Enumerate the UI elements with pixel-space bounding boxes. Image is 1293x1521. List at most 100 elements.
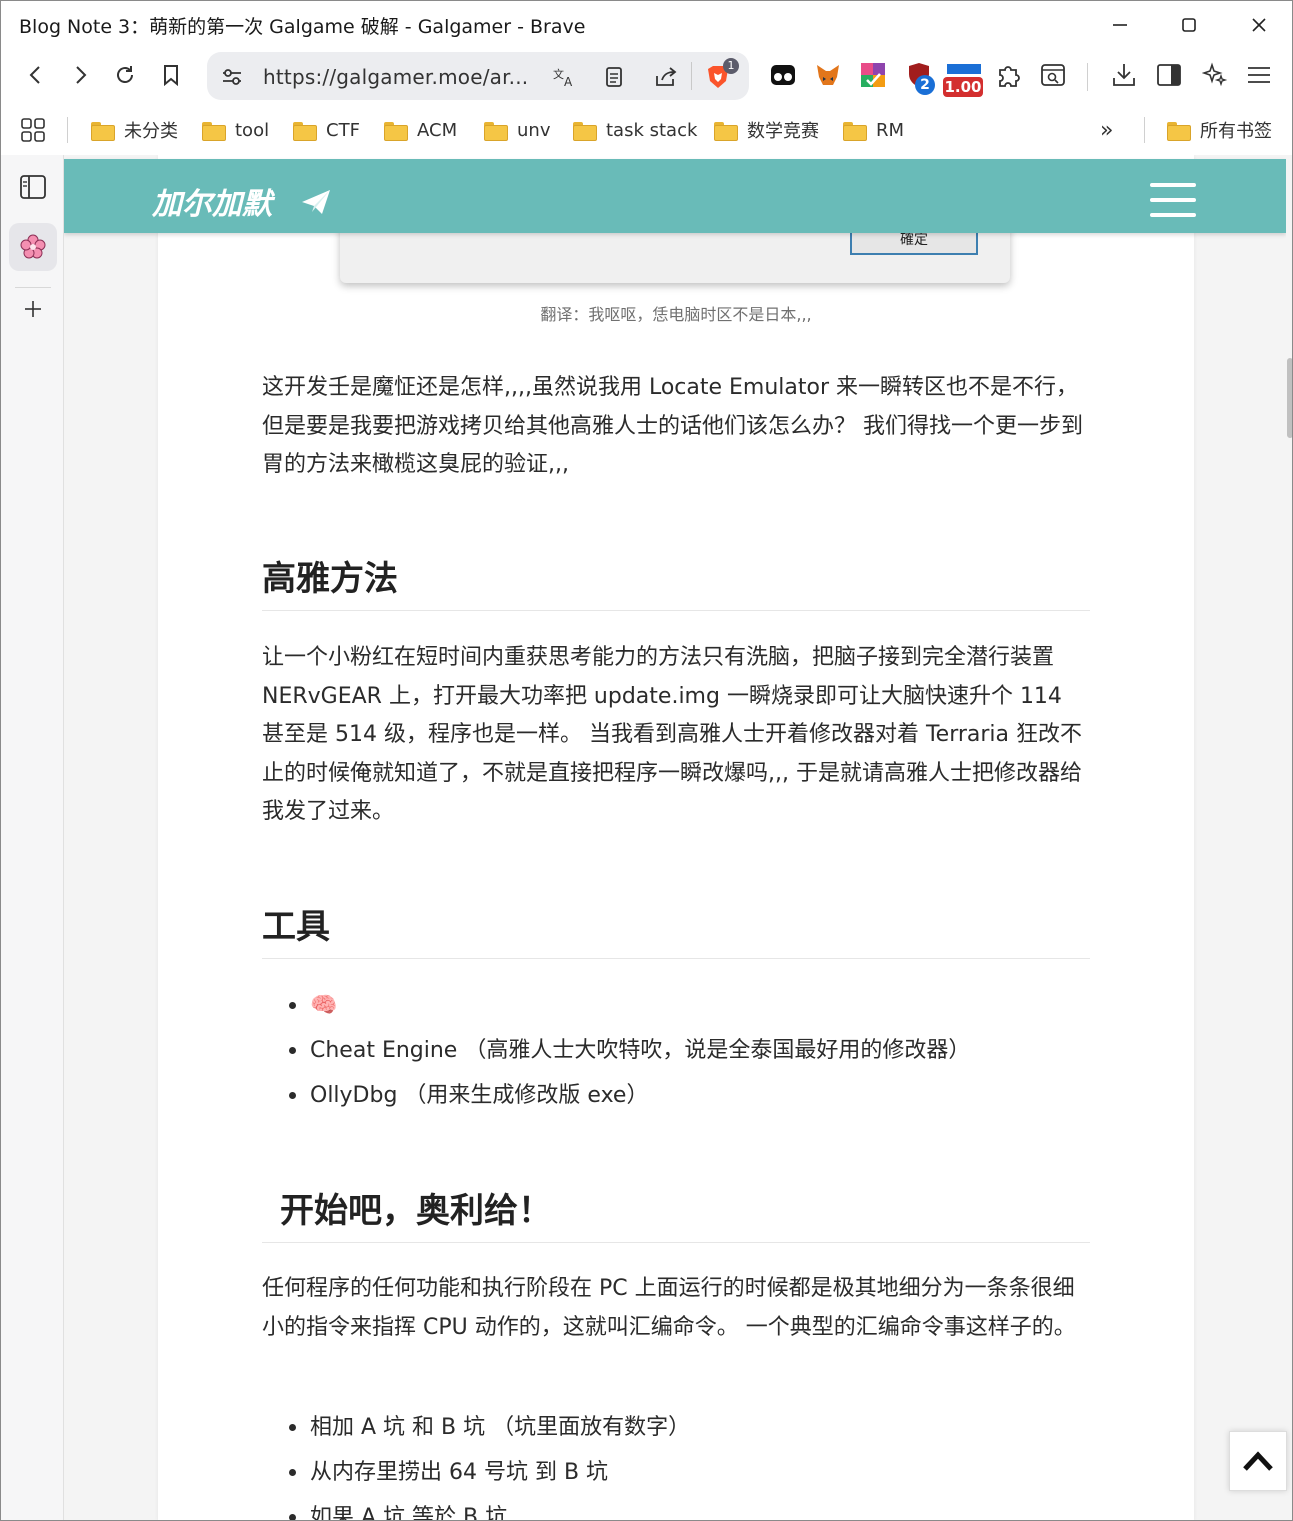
section-heading: 高雅方法: [262, 551, 1090, 611]
section-heading: 工具: [262, 899, 1090, 959]
steps-list: 相加 A 坑 和 B 坑 （坑里面放有数字） 从内存里捞出 64 号坑 到 B …: [262, 1405, 1090, 1520]
download-icon: [1113, 64, 1135, 86]
extension-translate-button[interactable]: [855, 57, 891, 93]
bookmark-folder[interactable]: CTF: [293, 117, 360, 143]
bookmark-folder[interactable]: 未分类: [91, 117, 178, 143]
extensions-menu-button[interactable]: [991, 57, 1027, 93]
article-card: 確定 翻译：我呕呕，恁电脑时区不是日本,,, 这开发壬是魔怔还是怎样,,,,虽然…: [158, 155, 1194, 1520]
share-icon[interactable]: [651, 62, 681, 92]
rate-value-badge: 1.00: [943, 77, 983, 97]
bookmark-label: ACM: [417, 119, 458, 141]
puzzle-piece-icon: [999, 66, 1020, 87]
translator-icon: [861, 63, 885, 87]
scrollbar-thumb[interactable]: [1287, 358, 1292, 438]
sidebar-panel-button[interactable]: [9, 163, 57, 211]
plus-icon: [25, 301, 41, 317]
brave-shields-button[interactable]: 1: [703, 58, 739, 92]
bookmark-label: 数学竞赛: [747, 121, 819, 142]
site-menu-button[interactable]: [1150, 183, 1196, 219]
bookmark-folder[interactable]: ACM: [384, 117, 457, 143]
list-item: 从内存里捞出 64 号坑 到 B 坑: [262, 1450, 1090, 1495]
menu-bar: [1150, 198, 1196, 202]
menu-bar: [1150, 213, 1196, 217]
reload-icon: [117, 66, 133, 83]
bookmark-page-button[interactable]: [153, 57, 189, 93]
url-text[interactable]: https://galgamer.moe/ar...: [263, 65, 528, 89]
window-title: Blog Note 3：萌新的第一次 Galgame 破解 - Galgamer…: [19, 16, 586, 38]
back-button[interactable]: [18, 57, 54, 93]
side-panel: [1, 155, 64, 1520]
paragraph-text: 这开发壬是魔怔还是怎样,,,,虽然说我用 Locate Emulator 来一瞬…: [262, 375, 1083, 477]
back-to-top-button[interactable]: [1229, 1431, 1287, 1491]
reload-button[interactable]: [107, 57, 143, 93]
address-bar[interactable]: https://galgamer.moe/ar... 文A 1: [207, 52, 749, 100]
bookmark-folder[interactable]: unv: [484, 117, 550, 143]
back-arrow-icon: [29, 66, 40, 84]
sidebar-toggle-button[interactable]: [1151, 57, 1187, 93]
extension-ublock-button[interactable]: 2: [901, 57, 937, 95]
browser-toolbar: https://galgamer.moe/ar... 文A 1 2 1.00: [1, 47, 1292, 105]
leo-ai-button[interactable]: [1197, 57, 1233, 93]
extension-rate-button[interactable]: 1.00: [941, 57, 985, 97]
paper-plane-icon: [302, 190, 331, 214]
bookmark-folder[interactable]: tool: [202, 117, 269, 143]
sakura-flower-icon: [20, 234, 46, 259]
bookmark-folder[interactable]: task stack: [573, 117, 697, 143]
bookmark-label: tool: [235, 119, 270, 141]
minimize-button[interactable]: [1098, 9, 1142, 41]
menu-bar: [1150, 183, 1196, 187]
chevron-up-icon: [1243, 1451, 1273, 1471]
sidebar-panel-icon: [1157, 64, 1181, 86]
bookmarks-divider: [67, 117, 68, 143]
folder-icon: [293, 121, 317, 141]
downloads-button[interactable]: [1106, 57, 1142, 93]
tools-list: 🧠 Cheat Engine （高雅人士大吹特吹，说是全泰国最好用的修改器） O…: [262, 983, 1090, 1118]
tampermonkey-icon: [771, 65, 795, 85]
maximize-icon: [1182, 18, 1196, 32]
folder-icon: [843, 121, 867, 141]
reader-mode-icon[interactable]: [599, 62, 629, 92]
bookmark-label: RM: [876, 119, 905, 141]
extension-tampermonkey-button[interactable]: [765, 57, 801, 93]
folder-icon: [91, 121, 115, 141]
metamask-fox-icon: [817, 65, 839, 85]
site-title-link[interactable]: 加尔加默: [152, 179, 332, 223]
hamburger-menu-icon: [1248, 67, 1270, 83]
bookmark-label: 未分类: [124, 121, 178, 142]
sidebar-site-favicon-button[interactable]: [9, 223, 57, 271]
paragraph: 任何程序的任何功能和执行阶段在 PC 上面运行的时候都是极其地细分为一条条很细小…: [262, 1270, 1090, 1347]
page-viewport: 確定 翻译：我呕呕，恁电脑时区不是日本,,, 这开发壬是魔怔还是怎样,,,,虽然…: [64, 155, 1286, 1520]
bookmark-folder[interactable]: RM: [843, 117, 904, 143]
list-item: 🧠: [262, 983, 1090, 1028]
bookmark-folder[interactable]: 数学竞赛: [714, 117, 819, 143]
folder-icon: [714, 121, 738, 141]
translate-icon[interactable]: 文A: [549, 62, 579, 92]
heading-method: 高雅方法: [262, 551, 1090, 611]
add-panel-button[interactable]: [9, 285, 57, 333]
shields-count-badge: 1: [723, 58, 739, 74]
page-search-button[interactable]: [1035, 57, 1071, 93]
folder-icon: [384, 121, 408, 141]
bookmarks-overflow-button[interactable]: »: [1100, 117, 1113, 143]
apps-grid-icon: [21, 118, 45, 142]
forward-button[interactable]: [62, 57, 98, 93]
close-button[interactable]: [1237, 9, 1281, 41]
all-bookmarks-folder[interactable]: 所有书签: [1167, 117, 1272, 143]
page-scrollbar[interactable]: [1286, 155, 1292, 1520]
sidebar-icon: [20, 175, 46, 199]
browser-window: Blog Note 3：萌新的第一次 Galgame 破解 - Galgamer…: [0, 0, 1293, 1521]
image-caption: 翻译：我呕呕，恁电脑时区不是日本,,,: [540, 305, 812, 324]
maximize-button[interactable]: [1167, 9, 1211, 41]
extension-metamask-button[interactable]: [810, 57, 846, 93]
list-item: 相加 A 坑 和 B 坑 （坑里面放有数字）: [262, 1405, 1090, 1450]
paragraph-text: 让一个小粉红在短时间内重获思考能力的方法只有洗脑，把脑子接到完全潜行装置 NER…: [262, 645, 1083, 824]
main-menu-button[interactable]: [1241, 57, 1277, 93]
page-search-icon: [1041, 64, 1065, 86]
bookmark-label: CTF: [326, 119, 360, 141]
svg-text:文: 文: [553, 67, 564, 81]
site-header: 加尔加默: [64, 159, 1286, 233]
toolbar-divider: [1087, 63, 1088, 91]
apps-button[interactable]: [20, 117, 46, 143]
folder-icon: [202, 121, 226, 141]
site-settings-icon[interactable]: [217, 62, 247, 92]
